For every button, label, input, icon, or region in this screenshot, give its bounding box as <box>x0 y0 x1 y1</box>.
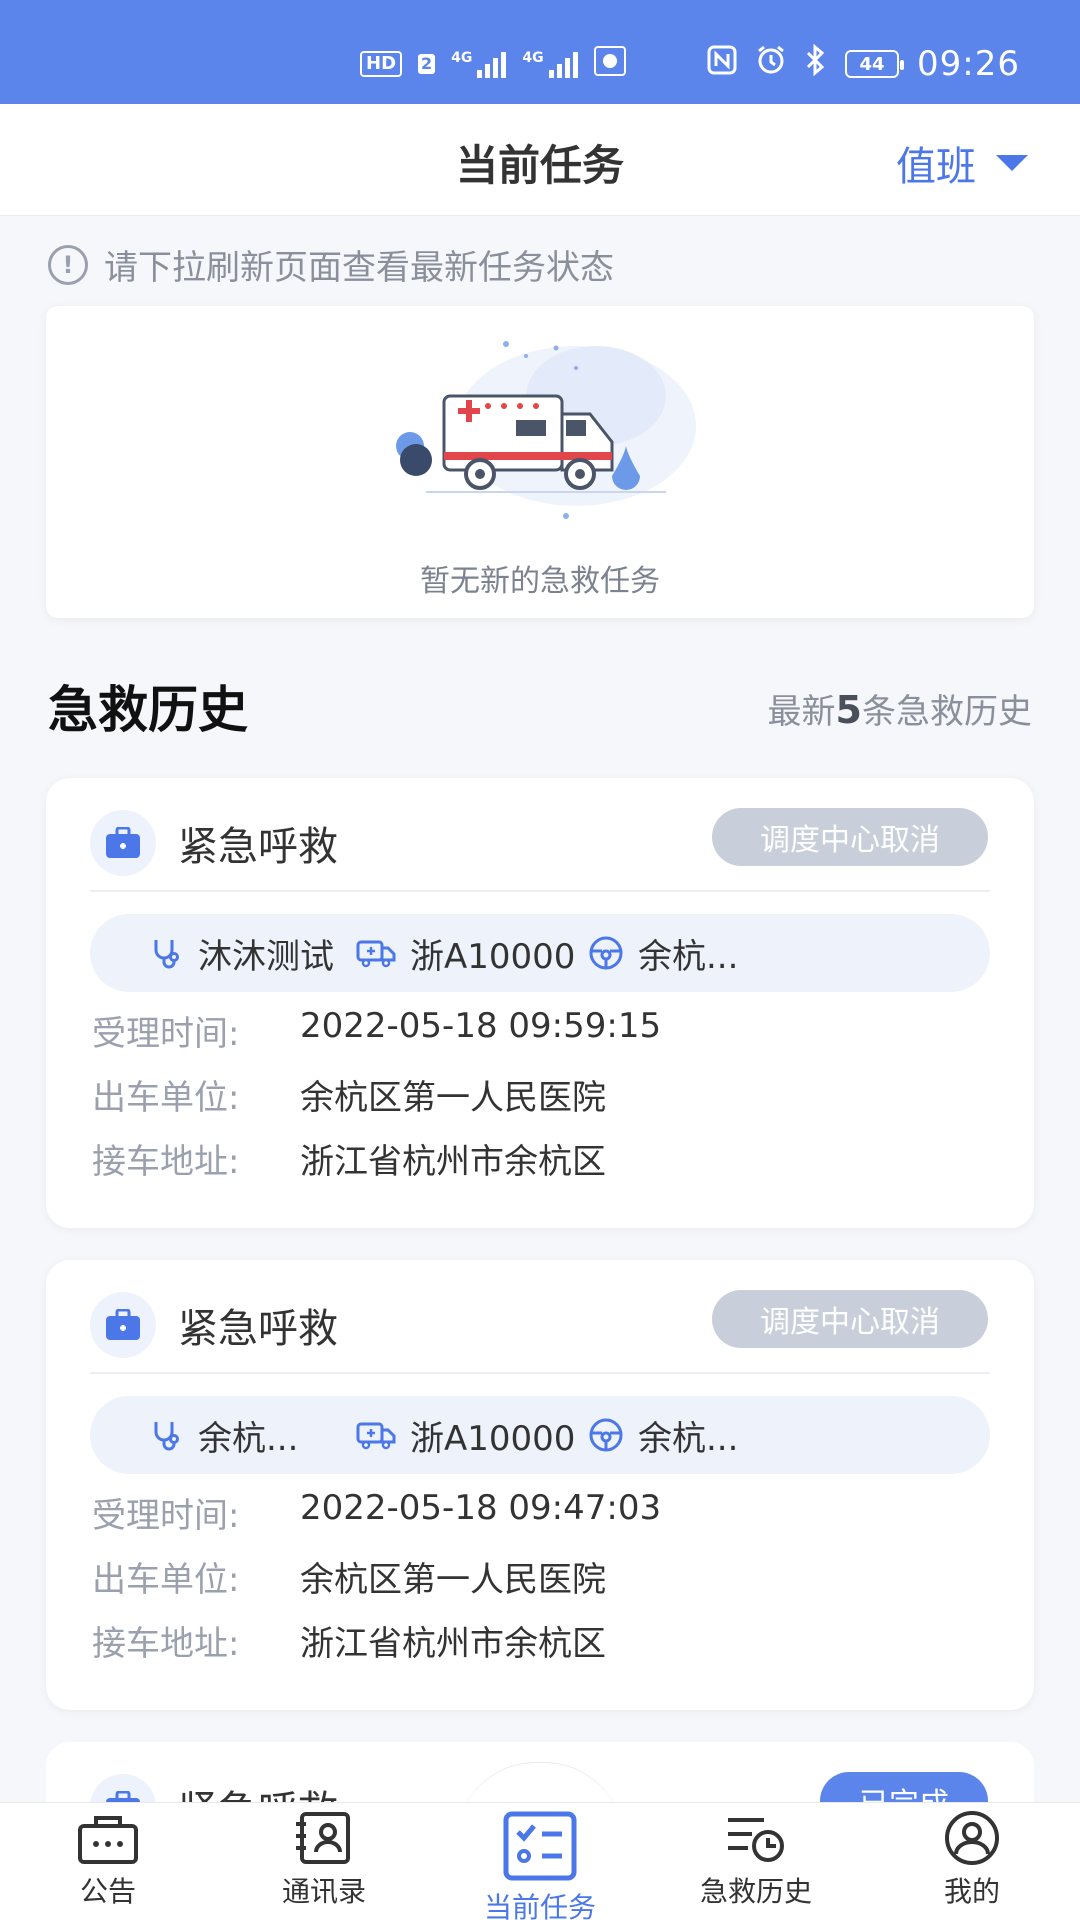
info-icon: ! <box>48 244 88 285</box>
signal-icon: 4G <box>522 50 578 78</box>
announcement-icon <box>78 1816 138 1864</box>
accept-time-label: 受理时间: <box>92 1014 240 1054</box>
accept-time-value: 2022-05-18 09:47:03 <box>300 1488 662 1528</box>
nav-item-contacts[interactable]: 通讯录 <box>216 1810 432 1910</box>
driver-info: 余杭... <box>588 1396 738 1474</box>
battery-icon: 44 <box>845 50 905 78</box>
divider <box>90 1372 990 1374</box>
app-header: 当前任务 值班 <box>0 104 1080 216</box>
nav-label: 我的 <box>943 1875 1000 1908</box>
accept-time-row: 受理时间: 2022-05-18 09:47:03 <box>92 1488 661 1537</box>
card-header: 紧急呼救 <box>90 810 338 876</box>
accept-time-label: 受理时间: <box>92 1496 240 1536</box>
call-type: 紧急呼救 <box>178 1306 338 1352</box>
duty-dropdown[interactable]: 值班 <box>896 134 1028 192</box>
doctor-name: 余杭... <box>198 1418 299 1459</box>
unit-label: 出车单位: <box>92 1560 240 1600</box>
driver-info: 余杭... <box>588 914 738 992</box>
vehicle-info: 浙A10000 <box>356 1396 575 1474</box>
task-list-icon <box>503 1811 577 1881</box>
nav-item-history[interactable]: 急救历史 <box>648 1810 864 1910</box>
contacts-icon <box>296 1812 350 1864</box>
ambulance-icon <box>356 1422 396 1450</box>
nav-label: 公告 <box>79 1875 136 1908</box>
stethoscope-icon <box>154 940 179 969</box>
subtitle-count: 5 <box>835 688 862 732</box>
sim-indicator: 2 <box>418 54 436 74</box>
nfc-icon <box>707 45 737 83</box>
empty-task-text: 暂无新的急救任务 <box>420 564 660 599</box>
unit-label: 出车单位: <box>92 1078 240 1118</box>
unit-value: 余杭区第一人民医院 <box>300 1560 606 1600</box>
medical-kit-icon <box>90 1292 156 1358</box>
call-type: 紧急呼救 <box>178 824 338 870</box>
accept-time-value: 2022-05-18 09:59:15 <box>300 1006 662 1046</box>
vehicle-info: 浙A10000 <box>356 914 575 992</box>
status-badge: 调度中心取消 <box>712 808 988 866</box>
address-label: 接车地址: <box>92 1142 240 1182</box>
stethoscope-icon <box>154 1422 179 1451</box>
doctor-info: 余杭... <box>150 1396 298 1474</box>
address-value: 浙江省杭州市余杭区 <box>300 1624 606 1664</box>
vehicle-plate: 浙A10000 <box>410 936 576 977</box>
profile-icon <box>945 1811 999 1865</box>
ambulance-illustration <box>396 341 696 519</box>
unit-row: 出车单位: 余杭区第一人民医院 <box>92 1552 606 1601</box>
crew-pill: 余杭... 浙A10000 余杭... <box>90 1396 990 1474</box>
status-bar: HD 2 4G 4G 44 09:26 <box>0 0 1080 104</box>
nav-item-current-task[interactable]: 当前任务 <box>432 1810 648 1920</box>
unit-value: 余杭区第一人民医院 <box>300 1078 606 1118</box>
empty-task-card: 暂无新的急救任务 <box>46 306 1034 618</box>
chevron-down-icon <box>996 155 1028 171</box>
history-card[interactable]: 紧急呼救 调度中心取消 沐沐测试 浙A10000 余杭... 受理时间: 202… <box>46 778 1034 1228</box>
nav-item-profile[interactable]: 我的 <box>864 1810 1080 1910</box>
ambulance-icon <box>356 940 396 968</box>
nav-label: 当前任务 <box>483 1891 596 1920</box>
clock: 09:26 <box>917 44 1020 84</box>
accept-time-row: 受理时间: 2022-05-18 09:59:15 <box>92 1006 661 1055</box>
hd-indicator: HD <box>360 51 403 77</box>
vehicle-plate: 浙A10000 <box>410 1418 576 1459</box>
network-label: 4G <box>522 50 544 66</box>
unit-row: 出车单位: 余杭区第一人民医院 <box>92 1070 606 1119</box>
bluetooth-icon <box>805 43 827 84</box>
status-badge: 调度中心取消 <box>712 1290 988 1348</box>
nav-item-announcements[interactable]: 公告 <box>0 1810 216 1910</box>
notice-text: 请下拉刷新页面查看最新任务状态 <box>104 248 614 288</box>
subtitle-suffix: 条急救历史 <box>862 692 1032 732</box>
driver-name: 余杭... <box>638 936 739 977</box>
status-left: HD 2 4G 4G <box>360 46 626 82</box>
history-section-title: 急救历史 <box>48 681 248 739</box>
duty-label: 值班 <box>896 144 976 190</box>
doctor-info: 沐沐测试 <box>150 914 334 992</box>
alarm-icon <box>755 44 787 84</box>
refresh-notice: ! 请下拉刷新页面查看最新任务状态 <box>48 240 614 289</box>
address-label: 接车地址: <box>92 1624 240 1664</box>
subtitle-prefix: 最新 <box>767 692 836 732</box>
signal-icon: 4G <box>451 50 507 78</box>
app-notification-icon <box>593 46 626 82</box>
history-icon <box>728 1818 784 1862</box>
history-section-subtitle: 最新5条急救历史 <box>768 684 1032 733</box>
crew-pill: 沐沐测试 浙A10000 余杭... <box>90 914 990 992</box>
medical-kit-icon <box>90 810 156 876</box>
address-row: 接车地址: 浙江省杭州市余杭区 <box>92 1616 606 1665</box>
nav-label: 通讯录 <box>281 1875 366 1908</box>
status-right: 44 09:26 <box>707 43 1020 84</box>
network-label: 4G <box>451 50 473 66</box>
doctor-name: 沐沐测试 <box>198 936 334 977</box>
steering-wheel-icon <box>589 936 623 970</box>
card-header: 紧急呼救 <box>90 1292 338 1358</box>
address-row: 接车地址: 浙江省杭州市余杭区 <box>92 1134 606 1183</box>
history-card[interactable]: 紧急呼救 调度中心取消 余杭... 浙A10000 余杭... 受理时间: 20… <box>46 1260 1034 1710</box>
divider <box>90 890 990 892</box>
driver-name: 余杭... <box>638 1418 739 1459</box>
nav-label: 急救历史 <box>699 1875 812 1908</box>
steering-wheel-icon <box>589 1418 623 1452</box>
address-value: 浙江省杭州市余杭区 <box>300 1142 606 1182</box>
